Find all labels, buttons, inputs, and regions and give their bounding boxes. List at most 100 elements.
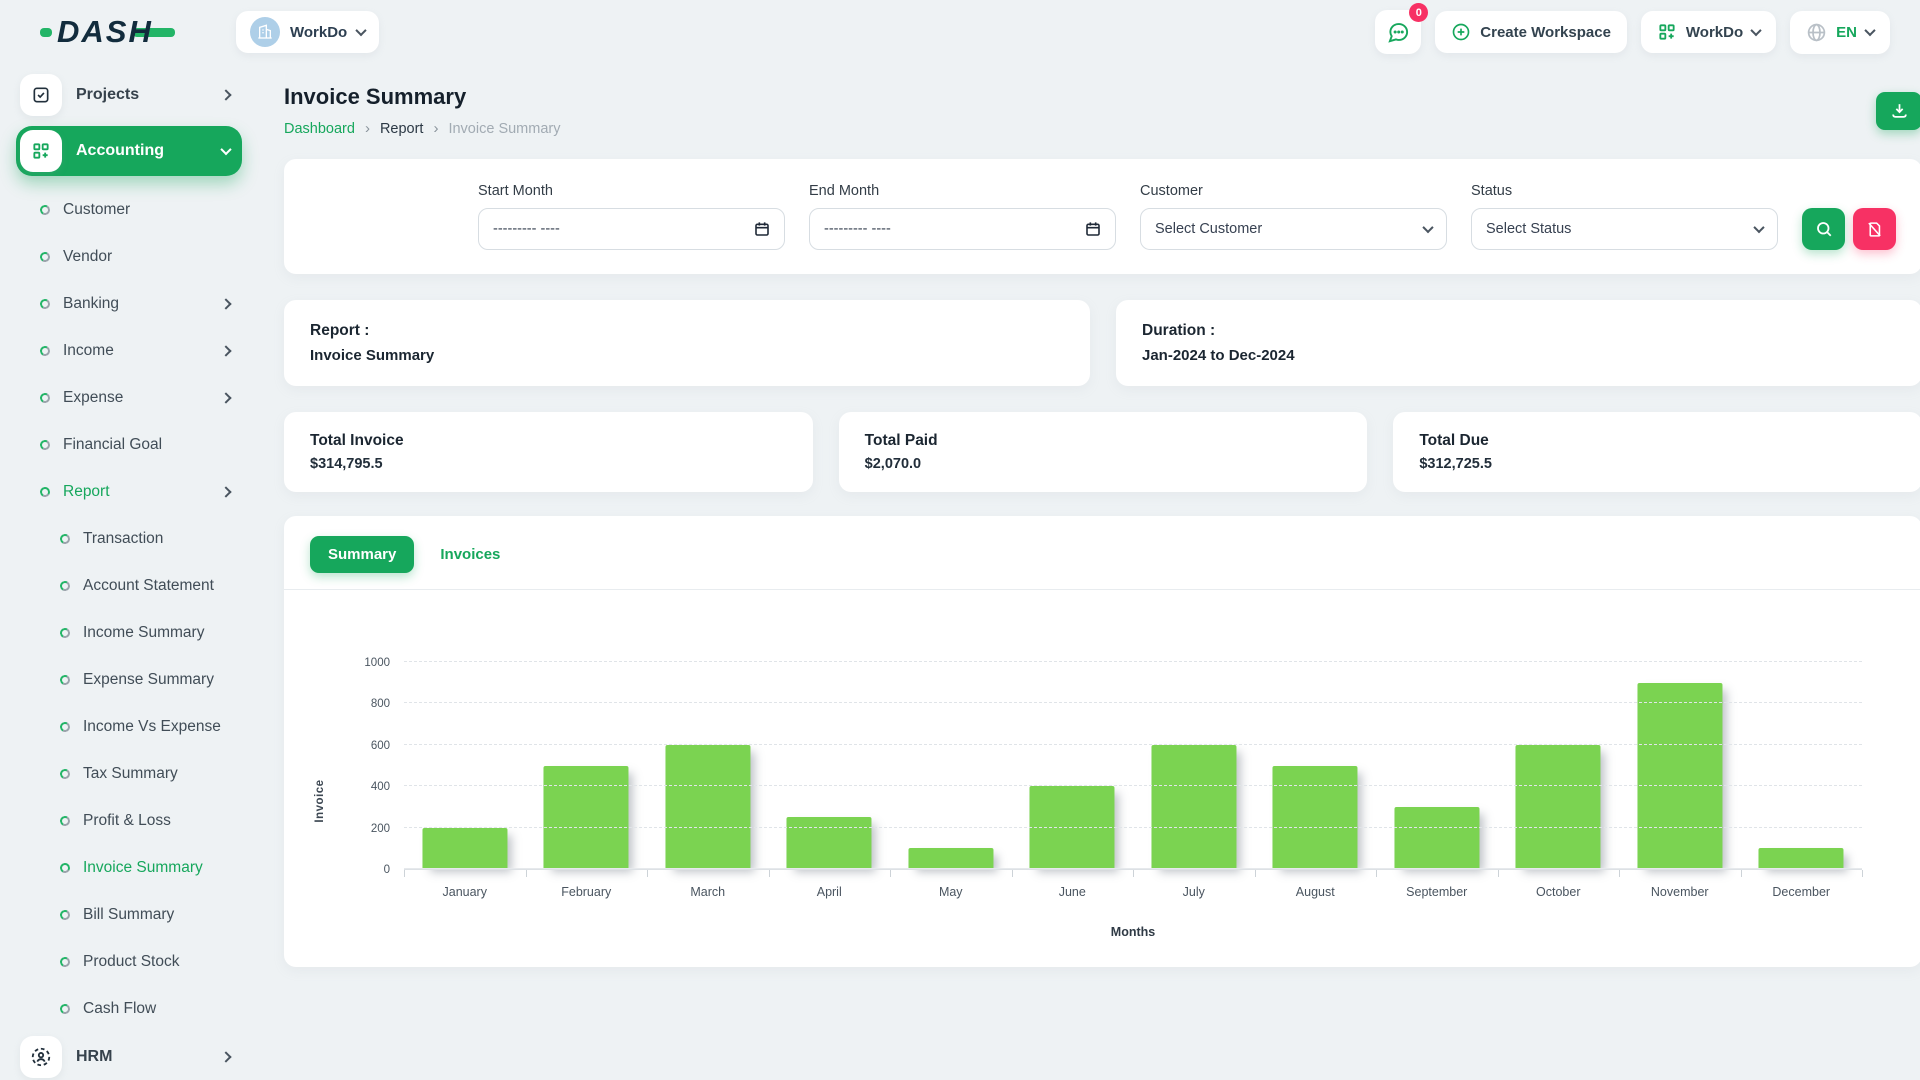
bar-april[interactable] <box>787 817 872 869</box>
apply-filter-button[interactable] <box>1802 208 1845 250</box>
sidebar-item-label: Expense <box>63 389 123 407</box>
bar-column-july <box>1133 662 1255 869</box>
bar-column-september <box>1376 662 1498 869</box>
x-tick-may: May <box>890 885 1012 899</box>
create-workspace-button[interactable]: Create Workspace <box>1435 11 1627 53</box>
sidebar-item-label: Income Vs Expense <box>83 718 221 736</box>
y-tick-200: 200 <box>371 823 390 835</box>
breadcrumb-item-dashboard[interactable]: Dashboard <box>284 121 355 137</box>
chevron-down-icon <box>220 144 231 155</box>
bar-may[interactable] <box>908 848 993 869</box>
bar-column-march <box>647 662 769 869</box>
start-month-label: Start Month <box>478 183 785 199</box>
workspace-switcher[interactable]: WorkDo <box>236 11 379 53</box>
bar-november[interactable] <box>1637 683 1722 869</box>
bullet-ring-icon <box>39 297 51 309</box>
report-label: Report : <box>310 322 1064 340</box>
download-button[interactable] <box>1876 92 1920 130</box>
sidebar-item-label: Account Statement <box>83 577 214 595</box>
total-due-card: Total Due$312,725.5 <box>1393 412 1920 492</box>
sidebar-item-label: Accounting <box>76 142 164 160</box>
total-paid-card: Total Paid$2,070.0 <box>839 412 1368 492</box>
y-tick-1000: 1000 <box>364 657 390 669</box>
create-workspace-label: Create Workspace <box>1480 24 1611 41</box>
sidebar: Projects Accounting Customer Vendor Banking I… <box>0 64 256 1080</box>
reset-filter-button[interactable] <box>1853 208 1896 250</box>
breadcrumb-separator: › <box>433 120 438 137</box>
chevron-right-icon <box>220 392 231 403</box>
chevron-right-icon <box>220 298 231 309</box>
sidebar-item-product-stock[interactable]: Product Stock <box>16 938 242 985</box>
messages-button[interactable]: 0 <box>1375 10 1421 54</box>
tab-summary[interactable]: Summary <box>310 536 414 573</box>
axis-tick <box>769 870 770 877</box>
status-select[interactable]: Select Status <box>1471 208 1778 250</box>
bar-september[interactable] <box>1394 807 1479 869</box>
sidebar-item-banking[interactable]: Banking <box>16 280 242 327</box>
bullet-ring-icon <box>59 720 71 732</box>
gridline-800 <box>404 702 1862 703</box>
x-tick-january: January <box>404 885 526 899</box>
status-group: Status Select Status <box>1471 183 1778 250</box>
x-tick-july: July <box>1133 885 1255 899</box>
tabs-divider <box>284 589 1920 590</box>
bar-july[interactable] <box>1151 745 1236 869</box>
sidebar-item-report[interactable]: Report <box>16 468 242 515</box>
bar-february[interactable] <box>544 766 629 870</box>
breadcrumb-item-invoice-summary: Invoice Summary <box>448 121 560 137</box>
bar-march[interactable] <box>665 745 750 869</box>
sidebar-item-income[interactable]: Income <box>16 327 242 374</box>
sidebar-item-income-vs-expense[interactable]: Income Vs Expense <box>16 703 242 750</box>
sidebar-item-account-statement[interactable]: Account Statement <box>16 562 242 609</box>
gridline-600 <box>404 744 1862 745</box>
gridline-1000 <box>404 661 1862 662</box>
breadcrumb-item-report[interactable]: Report <box>380 121 424 137</box>
sidebar-item-label: Banking <box>63 295 119 313</box>
bar-january[interactable] <box>422 828 507 869</box>
sidebar-item-expense-summary[interactable]: Expense Summary <box>16 656 242 703</box>
sidebar-item-bill-summary[interactable]: Bill Summary <box>16 891 242 938</box>
x-axis-title: Months <box>404 925 1862 939</box>
sidebar-item-income-summary[interactable]: Income Summary <box>16 609 242 656</box>
bar-october[interactable] <box>1516 745 1601 869</box>
sidebar-item-transaction[interactable]: Transaction <box>16 515 242 562</box>
customer-select[interactable]: Select Customer <box>1140 208 1447 250</box>
brand-logo[interactable]: DASH <box>40 14 236 50</box>
axis-tick <box>1012 870 1013 877</box>
chevron-right-icon <box>220 1051 231 1062</box>
sidebar-item-vendor[interactable]: Vendor <box>16 233 242 280</box>
sidebar-item-invoice-summary[interactable]: Invoice Summary <box>16 844 242 891</box>
sidebar-item-label: Invoice Summary <box>83 859 203 877</box>
sidebar-item-projects[interactable]: Projects <box>16 70 242 120</box>
sidebar-item-label: Customer <box>63 201 130 219</box>
axis-tick <box>1498 870 1499 877</box>
tab-invoices[interactable]: Invoices <box>422 536 518 573</box>
end-month-input[interactable]: --------- ---- <box>809 208 1116 250</box>
sidebar-item-tax-summary[interactable]: Tax Summary <box>16 750 242 797</box>
bar-december[interactable] <box>1759 848 1844 869</box>
language-selector[interactable]: EN <box>1790 11 1890 54</box>
bar-column-june <box>1012 662 1134 869</box>
sidebar-item-profit-loss[interactable]: Profit & Loss <box>16 797 242 844</box>
end-month-value: --------- ---- <box>824 221 1085 237</box>
sidebar-item-financial-goal[interactable]: Financial Goal <box>16 421 242 468</box>
sidebar-item-label: Product Stock <box>83 953 180 971</box>
sidebar-item-accounting[interactable]: Accounting <box>16 126 242 176</box>
workspace-name: WorkDo <box>290 24 347 41</box>
sidebar-item-expense[interactable]: Expense <box>16 374 242 421</box>
workspace-avatar <box>250 17 280 47</box>
grid-plus-icon <box>1657 22 1677 42</box>
status-selected-value: Select Status <box>1486 221 1755 237</box>
sidebar-item-hrm[interactable]: HRM <box>16 1032 242 1080</box>
workspace-menu-button[interactable]: WorkDo <box>1641 11 1776 53</box>
x-tick-september: September <box>1376 885 1498 899</box>
breadcrumb-separator: › <box>365 120 370 137</box>
bar-august[interactable] <box>1273 766 1358 870</box>
report-value: Invoice Summary <box>310 347 1064 364</box>
sidebar-item-cash-flow[interactable]: Cash Flow <box>16 985 242 1032</box>
start-month-input[interactable]: --------- ---- <box>478 208 785 250</box>
report-card: Report : Invoice Summary <box>284 300 1090 386</box>
hrm-icon <box>20 1036 62 1078</box>
sidebar-item-customer[interactable]: Customer <box>16 186 242 233</box>
start-month-group: Start Month --------- ---- <box>478 183 785 250</box>
